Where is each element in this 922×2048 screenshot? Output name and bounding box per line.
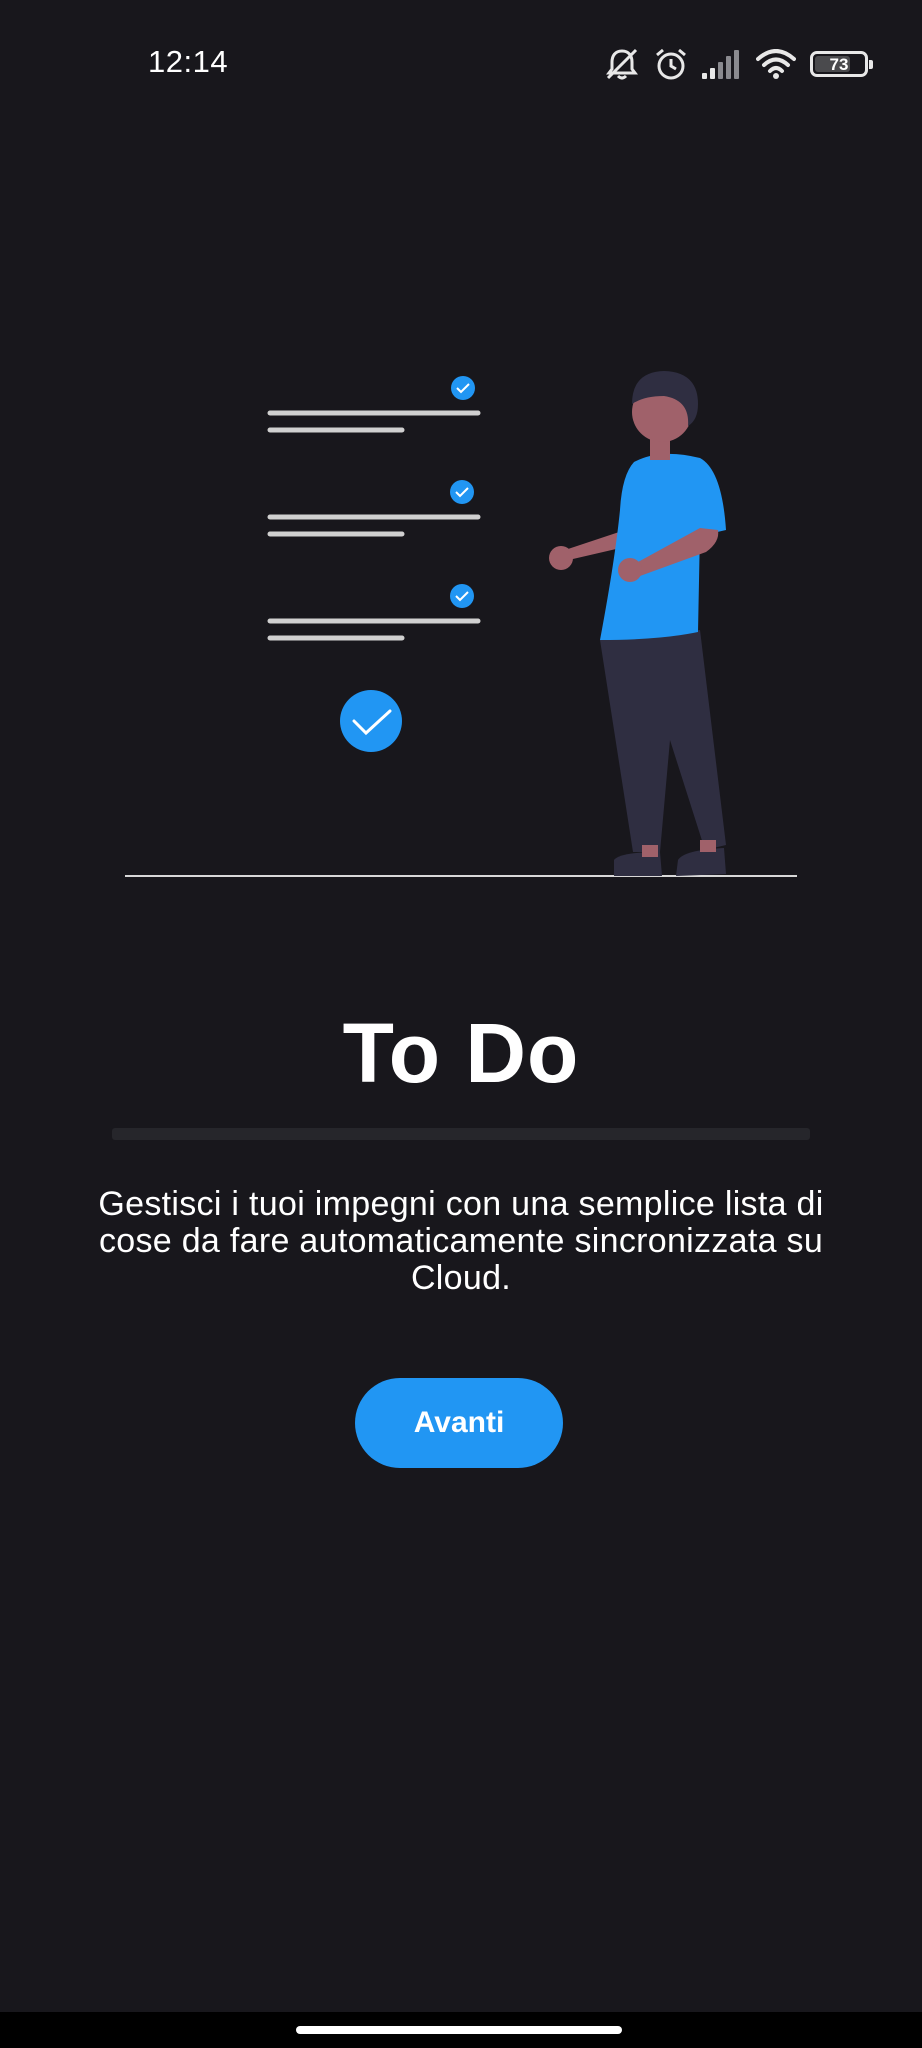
page-title: To Do [342,1006,580,1100]
checklist-row-3 [267,584,481,641]
status-icons: 73 [604,44,873,84]
check-icon [450,480,474,504]
signal-icon [702,49,742,79]
check-icon [450,584,474,608]
next-button[interactable]: Avanti [355,1378,563,1468]
check-icon [451,376,475,400]
large-check-icon [340,690,402,752]
navigation-bar [0,2012,922,2048]
alarm-icon [654,47,688,81]
home-indicator[interactable] [296,2026,622,2034]
wifi-icon [756,49,796,79]
mute-icon [604,47,640,81]
checklist-row-1 [267,376,481,433]
battery-icon: 73 [810,51,873,77]
checklist-row-2 [267,480,481,537]
todo-illustration [125,371,797,877]
battery-level-text: 73 [829,54,849,74]
divider [112,1128,810,1140]
onboarding-description: Gestisci i tuoi impegni con una semplice… [98,1185,824,1297]
status-time: 12:14 [148,44,229,79]
status-bar: 12:14 73 [0,0,922,130]
person-figure [549,371,726,876]
